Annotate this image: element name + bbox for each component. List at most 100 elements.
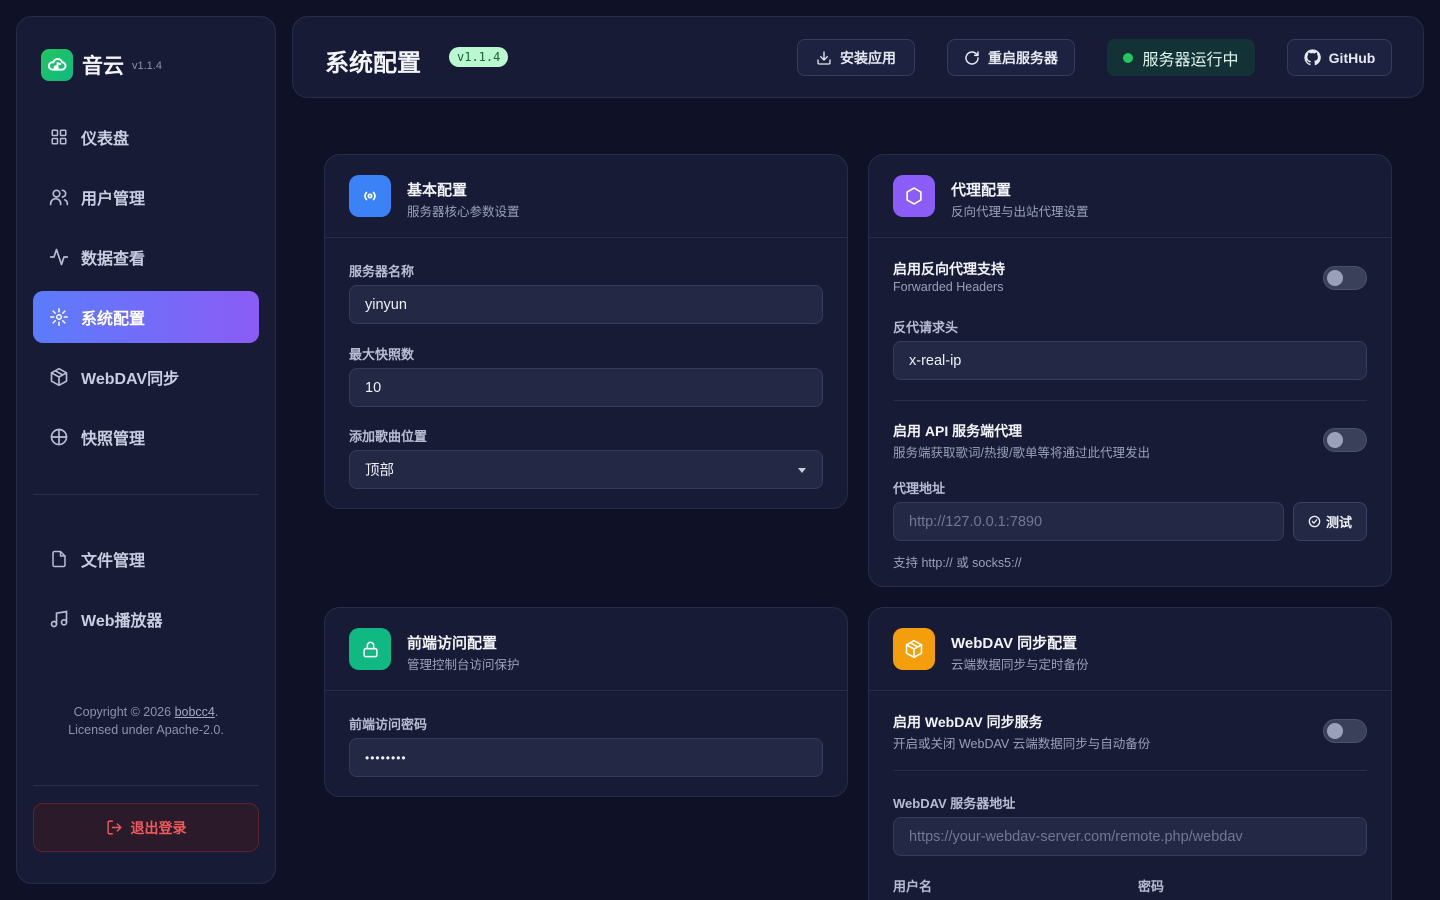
- copyright-suffix: .: [214, 705, 219, 719]
- sidebar-item-label: 系统配置: [81, 311, 146, 328]
- webdav-enable-toggle[interactable]: [1323, 719, 1367, 743]
- download-icon: [816, 50, 832, 66]
- github-label: GitHub: [1328, 49, 1376, 66]
- top-header: 系统配置 v1.1.4 安装应用 重启服务器 服务器运行中 GitHub: [292, 16, 1424, 98]
- sidebar-item-label: 数据查看: [81, 251, 146, 268]
- license-text: Licensed under Apache-2.0.: [68, 723, 224, 737]
- add-song-position-select[interactable]: 顶部: [349, 450, 823, 489]
- toggle-knob: [1327, 432, 1343, 448]
- divider: [893, 770, 1367, 771]
- sidebar-item-dashboard[interactable]: 仪表盘: [33, 111, 259, 163]
- lock-icon: [349, 628, 391, 670]
- logout-icon: [106, 819, 123, 836]
- proxy-config-card: 代理配置 反向代理与出站代理设置 启用反向代理支持 Forwarded Head…: [868, 154, 1392, 587]
- sidebar-item-snapshots[interactable]: 快照管理: [33, 411, 259, 463]
- api-proxy-toggle[interactable]: [1323, 428, 1367, 452]
- api-proxy-title: 启用 API 服务端代理: [893, 423, 1023, 439]
- webdav-config-card: WebDAV 同步配置 云端数据同步与定时备份 启用 WebDAV 同步服务 开…: [868, 607, 1392, 900]
- sidebar-nav: 仪表盘 用户管理 数据查看 系统配置 WebDAV同步 快照管理: [33, 111, 259, 471]
- check-circle-icon: [1308, 515, 1321, 528]
- sidebar-divider: [33, 494, 259, 495]
- music-icon: [49, 609, 69, 629]
- api-proxy-subtitle: 服务端获取歌词/热搜/歌单等将通过此代理发出: [893, 446, 1150, 460]
- sidebar-item-label: 快照管理: [81, 431, 146, 448]
- app-logo-icon: [41, 49, 73, 81]
- copyright-text: Copyright © 2026: [73, 705, 175, 719]
- proxy-address-input[interactable]: http://127.0.0.1:7890: [893, 502, 1284, 541]
- author-link[interactable]: bobcc4: [175, 705, 215, 719]
- install-app-button[interactable]: 安装应用: [797, 39, 915, 76]
- proxy-address-label: 代理地址: [893, 481, 946, 496]
- broadcast-icon: [349, 175, 391, 217]
- brand-version: v1.1.4: [132, 60, 162, 72]
- test-proxy-button[interactable]: 测试: [1293, 502, 1367, 541]
- activity-icon: [49, 247, 69, 267]
- status-dot-icon: [1123, 52, 1134, 63]
- install-app-label: 安装应用: [840, 49, 896, 66]
- sidebar-item-label: 仪表盘: [81, 131, 130, 148]
- toggle-knob: [1327, 270, 1343, 286]
- proxy-header-label: 反代请求头: [893, 320, 959, 335]
- package-icon: [893, 628, 935, 670]
- snapshot-icon: [49, 427, 69, 447]
- users-icon: [49, 187, 69, 207]
- sidebar-item-label: 用户管理: [81, 191, 146, 208]
- proxy-hint: 支持 http:// 或 socks5://: [893, 556, 1022, 570]
- webdav-password-label: 密码: [1138, 879, 1165, 894]
- sidebar-item-data[interactable]: 数据查看: [33, 231, 259, 283]
- card-header: 代理配置 反向代理与出站代理设置: [869, 155, 1391, 238]
- reverse-proxy-toggle[interactable]: [1323, 266, 1367, 290]
- server-status-label: 服务器运行中: [1142, 51, 1239, 69]
- proxy-header-input[interactable]: x-real-ip: [893, 341, 1367, 380]
- webdav-username-label: 用户名: [893, 879, 933, 894]
- brand[interactable]: 音云 v1.1.4: [41, 49, 162, 81]
- card-title: 基本配置: [407, 182, 468, 199]
- restart-server-button[interactable]: 重启服务器: [947, 39, 1075, 76]
- settings-icon: [49, 307, 69, 327]
- max-snapshots-input[interactable]: 10: [349, 368, 823, 407]
- select-value: 顶部: [365, 463, 394, 479]
- sidebar-item-users[interactable]: 用户管理: [33, 171, 259, 223]
- server-name-input[interactable]: yinyun: [349, 285, 823, 324]
- frontend-password-label: 前端访问密码: [349, 717, 428, 732]
- sidebar-item-webdav[interactable]: WebDAV同步: [33, 351, 259, 403]
- package-icon: [49, 367, 69, 387]
- page-title: 系统配置: [325, 50, 421, 77]
- frontend-password-input[interactable]: ••••••••: [349, 738, 823, 777]
- copyright: Copyright © 2026 bobcc4. Licensed under …: [17, 703, 275, 739]
- brand-name: 音云: [82, 55, 124, 78]
- add-song-position-label: 添加歌曲位置: [349, 429, 428, 444]
- basic-config-card: 基本配置 服务器核心参数设置 服务器名称 yinyun 最大快照数 10 添加歌…: [324, 154, 848, 509]
- max-snapshots-label: 最大快照数: [349, 347, 415, 362]
- sidebar-divider-bottom: [33, 785, 259, 786]
- logout-label: 退出登录: [130, 819, 187, 836]
- card-subtitle: 管理控制台访问保护: [407, 658, 520, 672]
- reverse-proxy-title: 启用反向代理支持: [893, 261, 1005, 277]
- dashboard-icon: [49, 127, 69, 147]
- logout-button[interactable]: 退出登录: [33, 803, 259, 852]
- card-header: 前端访问配置 管理控制台访问保护: [325, 608, 847, 691]
- card-header: 基本配置 服务器核心参数设置: [325, 155, 847, 238]
- card-subtitle: 服务器核心参数设置: [407, 205, 520, 219]
- divider: [893, 400, 1367, 401]
- card-title: 代理配置: [951, 182, 1012, 199]
- restart-server-label: 重启服务器: [988, 49, 1058, 66]
- sidebar-item-label: Web播放器: [81, 613, 163, 630]
- test-proxy-label: 测试: [1325, 515, 1352, 530]
- sidebar-item-label: WebDAV同步: [81, 371, 180, 388]
- file-icon: [49, 549, 69, 569]
- toggle-knob: [1327, 723, 1343, 739]
- github-button[interactable]: GitHub: [1287, 39, 1392, 76]
- sidebar-item-player[interactable]: Web播放器: [33, 593, 259, 645]
- sidebar-item-settings[interactable]: 系统配置: [33, 291, 259, 343]
- card-subtitle: 反向代理与出站代理设置: [951, 205, 1089, 219]
- card-title: WebDAV 同步配置: [951, 635, 1078, 652]
- webdav-enable-subtitle: 开启或关闭 WebDAV 云端数据同步与自动备份: [893, 737, 1151, 751]
- frontend-access-card: 前端访问配置 管理控制台访问保护 前端访问密码 ••••••••: [324, 607, 848, 797]
- card-header: WebDAV 同步配置 云端数据同步与定时备份: [869, 608, 1391, 691]
- sidebar-nav-secondary: 文件管理 Web播放器: [33, 533, 259, 653]
- webdav-url-input[interactable]: https://your-webdav-server.com/remote.ph…: [893, 817, 1367, 856]
- sidebar-item-files[interactable]: 文件管理: [33, 533, 259, 585]
- hexagon-icon: [893, 175, 935, 217]
- webdav-enable-title: 启用 WebDAV 同步服务: [893, 714, 1043, 730]
